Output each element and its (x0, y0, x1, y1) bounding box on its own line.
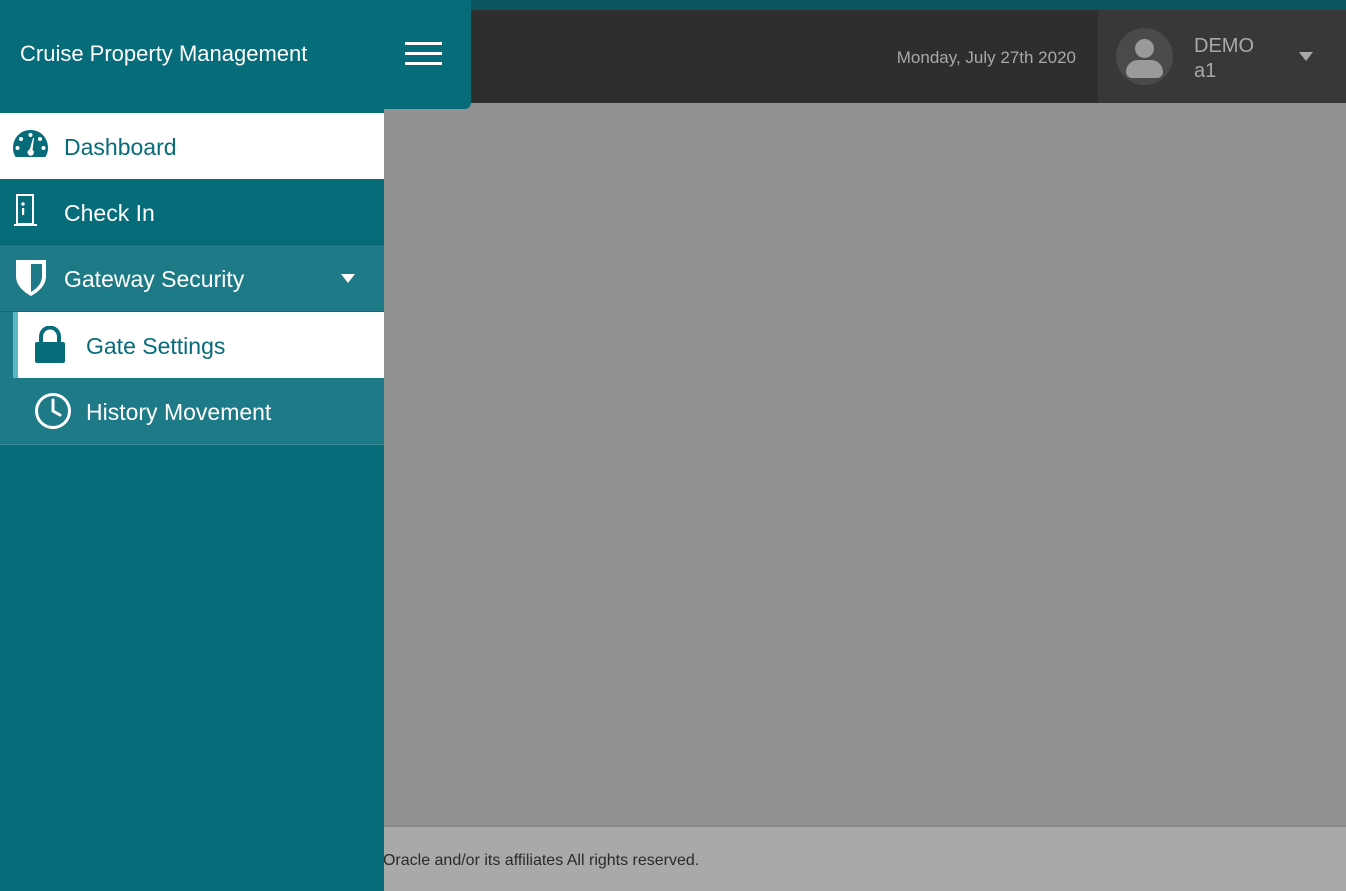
user-name: DEMO (1194, 35, 1254, 57)
gate-settings-highlight: Gate Settings (13, 312, 384, 378)
sidebar-item-label: Check In (64, 200, 155, 226)
sidebar-item-label: Dashboard (64, 134, 177, 160)
sidebar-item-check-in[interactable]: Check In (0, 179, 384, 245)
chevron-down-icon[interactable] (341, 274, 355, 283)
sidebar-item-label: History Movement (86, 399, 272, 425)
avatar (1116, 28, 1173, 85)
sidebar-subitem-history-movement[interactable]: History Movement (0, 378, 384, 445)
sidebar-item-gateway-security[interactable]: Gateway Security (0, 245, 384, 311)
dashboard-gauge-icon (13, 130, 48, 157)
sidebar-item-label: Gateway Security (64, 266, 245, 292)
hamburger-menu-icon[interactable] (405, 42, 442, 66)
clock-icon (35, 393, 71, 429)
main-content-overlay (384, 103, 1346, 825)
sidebar-item-label: Gate Settings (86, 333, 226, 359)
chevron-down-icon[interactable] (1299, 52, 1313, 61)
shield-icon (16, 260, 46, 296)
header-date: Monday, July 27th 2020 (896, 48, 1076, 67)
sidebar-item-dashboard[interactable]: Dashboard (0, 113, 384, 179)
user-subtitle: a1 (1194, 60, 1217, 82)
user-menu[interactable]: DEMO a1 (1098, 10, 1346, 103)
door-icon (14, 194, 37, 226)
lock-icon (35, 326, 65, 363)
sidebar-subitem-gate-settings[interactable]: Gate Settings (0, 312, 384, 378)
avatar-body-icon (1126, 60, 1163, 78)
sidebar: Dashboard Check In Gateway Security Gate… (0, 109, 384, 891)
brand-bar: Cruise Property Management (0, 0, 471, 109)
avatar-head-icon (1135, 39, 1154, 58)
app-title: Cruise Property Management (20, 41, 308, 66)
